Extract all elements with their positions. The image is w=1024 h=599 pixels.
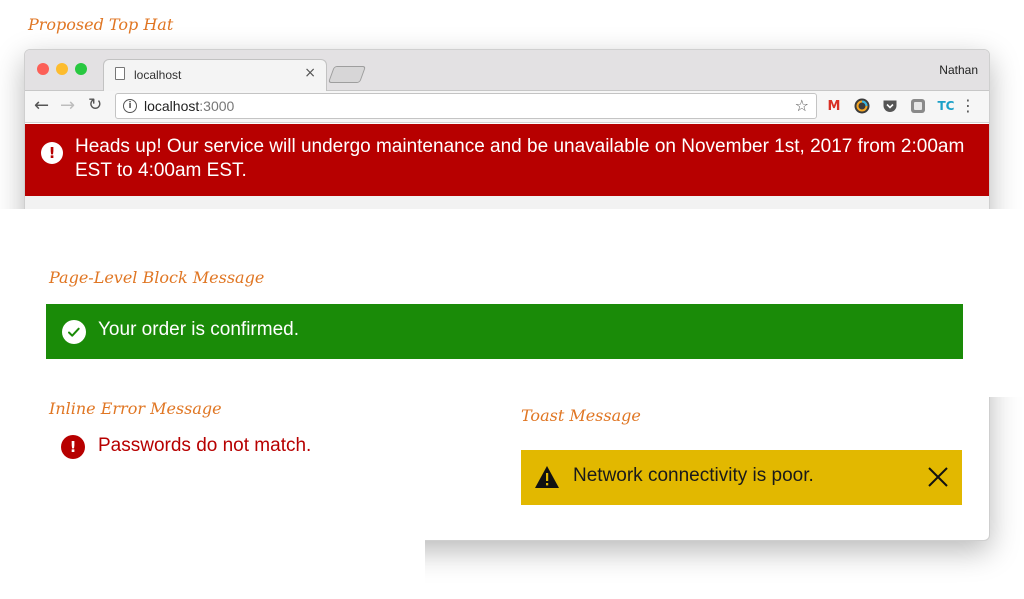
caption-block-message: Page-Level Block Message (49, 268, 265, 287)
inline-error-text: Passwords do not match. (98, 435, 312, 456)
checkmark-icon (62, 320, 86, 344)
toast-close-icon[interactable] (927, 466, 949, 492)
page-icon (115, 67, 125, 80)
overlay-panel (0, 209, 1024, 397)
tab-close-icon[interactable]: × (304, 65, 316, 81)
caption-top-hat: Proposed Top Hat (28, 15, 174, 34)
browser-menu-icon[interactable]: ⋮ (960, 96, 976, 115)
title-bar: localhost × Nathan (25, 50, 989, 92)
back-arrow-icon[interactable]: ← (34, 95, 49, 116)
close-window-button[interactable] (37, 63, 49, 75)
tc-icon[interactable]: TC (938, 98, 955, 114)
color-wheel-icon[interactable] (854, 98, 870, 114)
url-text: localhost:3000 (144, 98, 234, 114)
browser-toolbar: ← → ↻ i localhost:3000 ☆ M TC ⋮ (25, 91, 989, 123)
new-tab-button[interactable] (327, 66, 367, 83)
canvas: Proposed Top Hat localhost × Nathan ← → … (0, 0, 1024, 599)
alert-icon: ! (41, 142, 63, 164)
site-info-icon[interactable]: i (123, 99, 137, 113)
error-icon: ! (61, 435, 85, 459)
overlay-panel (0, 397, 425, 599)
url-host: localhost (144, 98, 200, 114)
toast-text: Network connectivity is poor. (573, 465, 814, 486)
zoom-window-button[interactable] (75, 63, 87, 75)
toast-message: Network connectivity is poor. (521, 450, 962, 505)
forward-arrow-icon[interactable]: → (60, 95, 75, 116)
reload-icon[interactable]: ↻ (88, 95, 102, 115)
pocket-icon[interactable] (882, 98, 898, 114)
success-message-text: Your order is confirmed. (98, 319, 300, 340)
caption-inline-error: Inline Error Message (49, 399, 222, 418)
maintenance-banner-text: Heads up! Our service will undergo maint… (75, 136, 965, 181)
caption-toast: Toast Message (521, 406, 641, 425)
gmail-icon[interactable]: M (826, 98, 842, 114)
bookmark-star-icon[interactable]: ☆ (795, 96, 809, 115)
tab-title: localhost (134, 68, 182, 82)
evernote-icon[interactable] (910, 98, 926, 114)
address-bar[interactable]: i localhost:3000 ☆ (115, 93, 817, 119)
maintenance-banner: ! Heads up! Our service will undergo mai… (25, 124, 989, 196)
profile-name[interactable]: Nathan (939, 63, 978, 77)
success-block-message: Your order is confirmed. (46, 304, 963, 359)
browser-tab[interactable]: localhost × (103, 59, 327, 92)
minimize-window-button[interactable] (56, 63, 68, 75)
url-port: :3000 (199, 98, 235, 114)
warning-icon (534, 465, 560, 493)
